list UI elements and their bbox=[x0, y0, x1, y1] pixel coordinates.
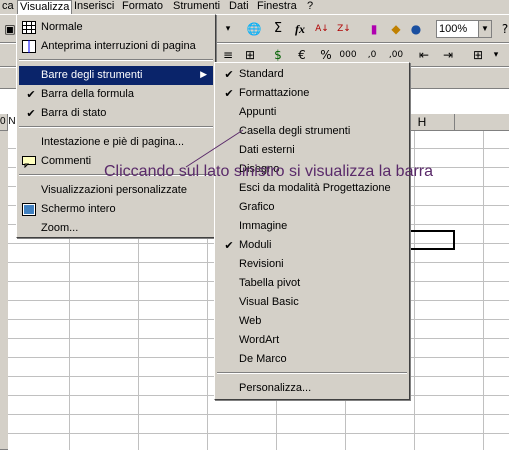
annotation-pointer-line bbox=[185, 129, 244, 168]
annotation-text: Cliccando sul lato sinistro si visualizz… bbox=[104, 163, 434, 180]
